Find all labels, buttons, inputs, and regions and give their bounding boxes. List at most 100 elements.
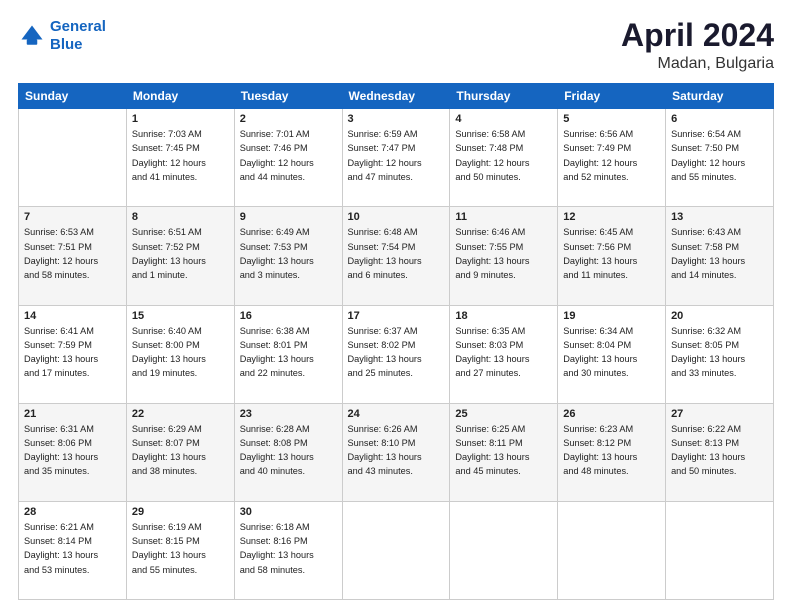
day-info: Sunrise: 6:40 AMSunset: 8:00 PMDaylight:… xyxy=(132,324,229,381)
day-info: Sunrise: 6:22 AMSunset: 8:13 PMDaylight:… xyxy=(671,422,768,479)
calendar-week-row: 7 Sunrise: 6:53 AMSunset: 7:51 PMDaylight… xyxy=(19,207,774,305)
day-number: 7 xyxy=(24,211,121,223)
calendar-cell: 23 Sunrise: 6:28 AMSunset: 8:08 PMDayligh… xyxy=(234,403,342,501)
calendar-cell: 13 Sunrise: 6:43 AMSunset: 7:58 PMDayligh… xyxy=(666,207,774,305)
day-number: 9 xyxy=(240,211,337,223)
calendar-cell xyxy=(450,501,558,599)
day-number: 20 xyxy=(671,310,768,322)
day-info: Sunrise: 6:26 AMSunset: 8:10 PMDaylight:… xyxy=(348,422,445,479)
day-info: Sunrise: 6:35 AMSunset: 8:03 PMDaylight:… xyxy=(455,324,552,381)
calendar-cell: 3 Sunrise: 6:59 AMSunset: 7:47 PMDaylight… xyxy=(342,109,450,207)
page: General Blue April 2024 Madan, Bulgaria … xyxy=(0,0,792,612)
day-info: Sunrise: 6:59 AMSunset: 7:47 PMDaylight:… xyxy=(348,127,445,184)
logo-icon xyxy=(18,22,46,50)
logo-blue: Blue xyxy=(50,36,106,54)
day-number: 5 xyxy=(563,113,660,125)
calendar-cell: 22Sunrise: 6:29 AMSunset: 8:07 PMDayligh… xyxy=(126,403,234,501)
calendar-cell: 21Sunrise: 6:31 AMSunset: 8:06 PMDayligh… xyxy=(19,403,127,501)
day-number: 16 xyxy=(240,310,337,322)
calendar-cell: 17Sunrise: 6:37 AMSunset: 8:02 PMDayligh… xyxy=(342,305,450,403)
calendar-header-row: SundayMondayTuesdayWednesdayThursdayFrid… xyxy=(19,84,774,109)
day-info: Sunrise: 6:23 AMSunset: 8:12 PMDaylight:… xyxy=(563,422,660,479)
day-info: Sunrise: 7:01 AMSunset: 7:46 PMDaylight:… xyxy=(240,127,337,184)
day-info: Sunrise: 6:56 AMSunset: 7:49 PMDaylight:… xyxy=(563,127,660,184)
day-number: 12 xyxy=(563,211,660,223)
calendar-cell: 8 Sunrise: 6:51 AMSunset: 7:52 PMDaylight… xyxy=(126,207,234,305)
calendar-cell: 25Sunrise: 6:25 AMSunset: 8:11 PMDayligh… xyxy=(450,403,558,501)
day-info: Sunrise: 6:28 AMSunset: 8:08 PMDaylight:… xyxy=(240,422,337,479)
calendar-cell: 7 Sunrise: 6:53 AMSunset: 7:51 PMDaylight… xyxy=(19,207,127,305)
day-number: 18 xyxy=(455,310,552,322)
calendar-cell: 20 Sunrise: 6:32 AMSunset: 8:05 PMDayligh… xyxy=(666,305,774,403)
calendar-cell: 28Sunrise: 6:21 AMSunset: 8:14 PMDayligh… xyxy=(19,501,127,599)
day-number: 29 xyxy=(132,506,229,518)
day-info: Sunrise: 6:43 AMSunset: 7:58 PMDaylight:… xyxy=(671,225,768,282)
day-number: 2 xyxy=(240,113,337,125)
calendar-cell: 11 Sunrise: 6:46 AMSunset: 7:55 PMDayligh… xyxy=(450,207,558,305)
calendar-cell xyxy=(558,501,666,599)
day-info: Sunrise: 6:18 AMSunset: 8:16 PMDaylight:… xyxy=(240,520,337,577)
calendar-cell: 27 Sunrise: 6:22 AMSunset: 8:13 PMDayligh… xyxy=(666,403,774,501)
column-header-saturday: Saturday xyxy=(666,84,774,109)
day-number: 14 xyxy=(24,310,121,322)
day-number: 3 xyxy=(348,113,445,125)
calendar-week-row: 1 Sunrise: 7:03 AMSunset: 7:45 PMDaylight… xyxy=(19,109,774,207)
column-header-wednesday: Wednesday xyxy=(342,84,450,109)
calendar-cell: 16 Sunrise: 6:38 AMSunset: 8:01 PMDayligh… xyxy=(234,305,342,403)
column-header-thursday: Thursday xyxy=(450,84,558,109)
calendar-cell: 5 Sunrise: 6:56 AMSunset: 7:49 PMDaylight… xyxy=(558,109,666,207)
day-number: 8 xyxy=(132,211,229,223)
day-info: Sunrise: 6:38 AMSunset: 8:01 PMDaylight:… xyxy=(240,324,337,381)
header: General Blue April 2024 Madan, Bulgaria xyxy=(18,18,774,73)
day-number: 15 xyxy=(132,310,229,322)
day-info: Sunrise: 6:31 AMSunset: 8:06 PMDaylight:… xyxy=(24,422,121,479)
day-number: 10 xyxy=(348,211,445,223)
calendar-week-row: 28Sunrise: 6:21 AMSunset: 8:14 PMDayligh… xyxy=(19,501,774,599)
calendar-cell: 26Sunrise: 6:23 AMSunset: 8:12 PMDayligh… xyxy=(558,403,666,501)
calendar-cell: 9 Sunrise: 6:49 AMSunset: 7:53 PMDaylight… xyxy=(234,207,342,305)
subtitle: Madan, Bulgaria xyxy=(621,55,774,73)
day-info: Sunrise: 6:34 AMSunset: 8:04 PMDaylight:… xyxy=(563,324,660,381)
calendar-cell xyxy=(666,501,774,599)
day-number: 4 xyxy=(455,113,552,125)
day-info: Sunrise: 7:03 AMSunset: 7:45 PMDaylight:… xyxy=(132,127,229,184)
day-info: Sunrise: 6:46 AMSunset: 7:55 PMDaylight:… xyxy=(455,225,552,282)
day-number: 30 xyxy=(240,506,337,518)
day-info: Sunrise: 6:45 AMSunset: 7:56 PMDaylight:… xyxy=(563,225,660,282)
day-info: Sunrise: 6:54 AMSunset: 7:50 PMDaylight:… xyxy=(671,127,768,184)
day-info: Sunrise: 6:53 AMSunset: 7:51 PMDaylight:… xyxy=(24,225,121,282)
calendar-cell: 18 Sunrise: 6:35 AMSunset: 8:03 PMDayligh… xyxy=(450,305,558,403)
calendar-cell: 6 Sunrise: 6:54 AMSunset: 7:50 PMDaylight… xyxy=(666,109,774,207)
day-number: 6 xyxy=(671,113,768,125)
logo-general: General xyxy=(50,18,106,35)
column-header-monday: Monday xyxy=(126,84,234,109)
day-number: 25 xyxy=(455,408,552,420)
calendar-table: SundayMondayTuesdayWednesdayThursdayFrid… xyxy=(18,83,774,600)
calendar-cell: 15 Sunrise: 6:40 AMSunset: 8:00 PMDayligh… xyxy=(126,305,234,403)
title-block: April 2024 Madan, Bulgaria xyxy=(621,18,774,73)
calendar-cell: 29Sunrise: 6:19 AMSunset: 8:15 PMDayligh… xyxy=(126,501,234,599)
day-info: Sunrise: 6:49 AMSunset: 7:53 PMDaylight:… xyxy=(240,225,337,282)
calendar-cell: 2 Sunrise: 7:01 AMSunset: 7:46 PMDaylight… xyxy=(234,109,342,207)
calendar-cell: 14Sunrise: 6:41 AMSunset: 7:59 PMDayligh… xyxy=(19,305,127,403)
calendar-cell: 4Sunrise: 6:58 AMSunset: 7:48 PMDaylight… xyxy=(450,109,558,207)
day-info: Sunrise: 6:51 AMSunset: 7:52 PMDaylight:… xyxy=(132,225,229,282)
logo-text: General Blue xyxy=(50,18,106,54)
day-info: Sunrise: 6:32 AMSunset: 8:05 PMDaylight:… xyxy=(671,324,768,381)
calendar-cell: 1 Sunrise: 7:03 AMSunset: 7:45 PMDaylight… xyxy=(126,109,234,207)
day-number: 13 xyxy=(671,211,768,223)
column-header-sunday: Sunday xyxy=(19,84,127,109)
day-number: 28 xyxy=(24,506,121,518)
day-number: 1 xyxy=(132,113,229,125)
calendar-cell: 30 Sunrise: 6:18 AMSunset: 8:16 PMDayligh… xyxy=(234,501,342,599)
day-info: Sunrise: 6:48 AMSunset: 7:54 PMDaylight:… xyxy=(348,225,445,282)
calendar-cell: 24 Sunrise: 6:26 AMSunset: 8:10 PMDayligh… xyxy=(342,403,450,501)
day-number: 23 xyxy=(240,408,337,420)
day-number: 11 xyxy=(455,211,552,223)
calendar-cell: 19 Sunrise: 6:34 AMSunset: 8:04 PMDayligh… xyxy=(558,305,666,403)
calendar-cell: 12 Sunrise: 6:45 AMSunset: 7:56 PMDayligh… xyxy=(558,207,666,305)
day-info: Sunrise: 6:37 AMSunset: 8:02 PMDaylight:… xyxy=(348,324,445,381)
day-number: 24 xyxy=(348,408,445,420)
day-number: 27 xyxy=(671,408,768,420)
day-number: 19 xyxy=(563,310,660,322)
